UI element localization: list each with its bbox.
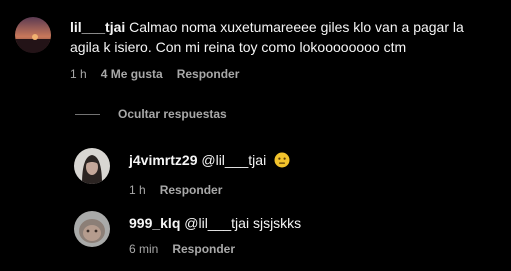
reply-username[interactable]: 999_klq — [129, 215, 180, 231]
reply-body: @lil___tjai — [201, 152, 267, 168]
avatar[interactable] — [74, 148, 110, 184]
reply-text: 999_klq @lil___tjai sjsjskks — [129, 211, 301, 233]
comment-body: Calmao noma xuxetumareeee giles klo van … — [70, 19, 464, 55]
reply-body: @lil___tjai sjsjskks — [184, 215, 302, 231]
divider-line — [75, 113, 100, 115]
reply-item: 999_klq @lil___tjai sjsjskks 6 min Respo… — [74, 211, 301, 256]
avatar[interactable] — [74, 211, 110, 247]
comment-item: lil___tjai Calmao noma xuxetumareeee gil… — [15, 17, 490, 81]
reply-button[interactable]: Responder — [177, 67, 240, 81]
reply-time: 1 h — [129, 183, 146, 197]
reply-item: j4vimrtz29 @lil___tjai 1 h Responder — [74, 148, 290, 197]
comment-time: 1 h — [70, 67, 87, 81]
reply-meta: 6 min Responder — [129, 242, 301, 256]
reply-meta: 1 h Responder — [129, 183, 290, 197]
reply-button[interactable]: Responder — [160, 183, 223, 197]
avatar[interactable] — [15, 17, 51, 53]
comment-likes[interactable]: 4 Me gusta — [101, 67, 163, 81]
hide-replies-toggle[interactable]: Ocultar respuestas — [75, 107, 227, 121]
reply-button[interactable]: Responder — [172, 242, 235, 256]
comment-text: lil___tjai Calmao noma xuxetumareeee gil… — [70, 17, 490, 57]
neutral-face-emoji-icon — [274, 152, 290, 173]
hide-replies-label: Ocultar respuestas — [118, 107, 227, 121]
reply-text: j4vimrtz29 @lil___tjai — [129, 148, 290, 173]
comment-username[interactable]: lil___tjai — [70, 19, 125, 35]
comment-meta: 1 h 4 Me gusta Responder — [70, 67, 490, 81]
reply-time: 6 min — [129, 242, 159, 256]
reply-username[interactable]: j4vimrtz29 — [129, 152, 197, 168]
